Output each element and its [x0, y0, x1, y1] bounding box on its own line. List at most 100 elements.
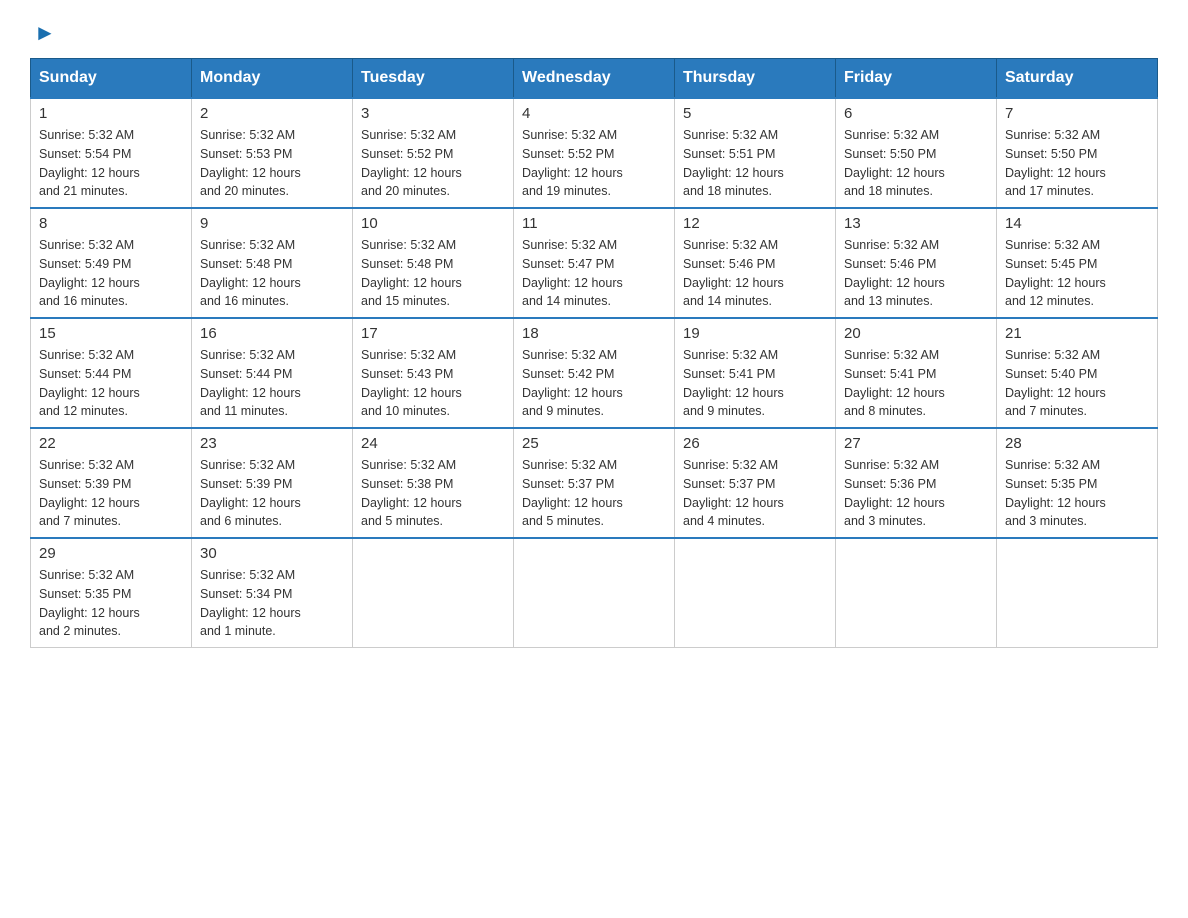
- day-number: 12: [683, 215, 827, 232]
- calendar-cell: 9 Sunrise: 5:32 AM Sunset: 5:48 PM Dayli…: [192, 208, 353, 318]
- week-row-4: 22 Sunrise: 5:32 AM Sunset: 5:39 PM Dayl…: [31, 428, 1158, 538]
- day-number: 23: [200, 435, 344, 452]
- day-info: Sunrise: 5:32 AM Sunset: 5:35 PM Dayligh…: [39, 566, 183, 641]
- calendar-cell: 21 Sunrise: 5:32 AM Sunset: 5:40 PM Dayl…: [997, 318, 1158, 428]
- day-info: Sunrise: 5:32 AM Sunset: 5:49 PM Dayligh…: [39, 236, 183, 311]
- calendar-cell: 26 Sunrise: 5:32 AM Sunset: 5:37 PM Dayl…: [675, 428, 836, 538]
- calendar-cell: 14 Sunrise: 5:32 AM Sunset: 5:45 PM Dayl…: [997, 208, 1158, 318]
- day-info: Sunrise: 5:32 AM Sunset: 5:36 PM Dayligh…: [844, 456, 988, 531]
- day-number: 8: [39, 215, 183, 232]
- day-info: Sunrise: 5:32 AM Sunset: 5:52 PM Dayligh…: [361, 126, 505, 201]
- day-number: 28: [1005, 435, 1149, 452]
- day-info: Sunrise: 5:32 AM Sunset: 5:52 PM Dayligh…: [522, 126, 666, 201]
- header-tuesday: Tuesday: [353, 59, 514, 99]
- day-info: Sunrise: 5:32 AM Sunset: 5:41 PM Dayligh…: [844, 346, 988, 421]
- week-row-2: 8 Sunrise: 5:32 AM Sunset: 5:49 PM Dayli…: [31, 208, 1158, 318]
- calendar-cell: 23 Sunrise: 5:32 AM Sunset: 5:39 PM Dayl…: [192, 428, 353, 538]
- day-number: 13: [844, 215, 988, 232]
- day-number: 22: [39, 435, 183, 452]
- day-info: Sunrise: 5:32 AM Sunset: 5:34 PM Dayligh…: [200, 566, 344, 641]
- day-number: 3: [361, 105, 505, 122]
- calendar-cell: 20 Sunrise: 5:32 AM Sunset: 5:41 PM Dayl…: [836, 318, 997, 428]
- day-number: 20: [844, 325, 988, 342]
- calendar-cell: 13 Sunrise: 5:32 AM Sunset: 5:46 PM Dayl…: [836, 208, 997, 318]
- day-number: 27: [844, 435, 988, 452]
- day-number: 17: [361, 325, 505, 342]
- day-info: Sunrise: 5:32 AM Sunset: 5:54 PM Dayligh…: [39, 126, 183, 201]
- logo-blue-partial: ►: [34, 20, 56, 46]
- calendar-cell: 1 Sunrise: 5:32 AM Sunset: 5:54 PM Dayli…: [31, 98, 192, 208]
- day-number: 26: [683, 435, 827, 452]
- calendar-cell: 8 Sunrise: 5:32 AM Sunset: 5:49 PM Dayli…: [31, 208, 192, 318]
- day-info: Sunrise: 5:32 AM Sunset: 5:41 PM Dayligh…: [683, 346, 827, 421]
- header-saturday: Saturday: [997, 59, 1158, 99]
- calendar-cell: 16 Sunrise: 5:32 AM Sunset: 5:44 PM Dayl…: [192, 318, 353, 428]
- day-number: 16: [200, 325, 344, 342]
- week-row-3: 15 Sunrise: 5:32 AM Sunset: 5:44 PM Dayl…: [31, 318, 1158, 428]
- day-info: Sunrise: 5:32 AM Sunset: 5:47 PM Dayligh…: [522, 236, 666, 311]
- calendar-cell: 10 Sunrise: 5:32 AM Sunset: 5:48 PM Dayl…: [353, 208, 514, 318]
- day-number: 24: [361, 435, 505, 452]
- calendar-cell: [353, 538, 514, 648]
- calendar-cell: 7 Sunrise: 5:32 AM Sunset: 5:50 PM Dayli…: [997, 98, 1158, 208]
- calendar-cell: 11 Sunrise: 5:32 AM Sunset: 5:47 PM Dayl…: [514, 208, 675, 318]
- page-header: ►: [30, 20, 1158, 42]
- day-info: Sunrise: 5:32 AM Sunset: 5:53 PM Dayligh…: [200, 126, 344, 201]
- day-info: Sunrise: 5:32 AM Sunset: 5:39 PM Dayligh…: [200, 456, 344, 531]
- day-info: Sunrise: 5:32 AM Sunset: 5:43 PM Dayligh…: [361, 346, 505, 421]
- day-info: Sunrise: 5:32 AM Sunset: 5:42 PM Dayligh…: [522, 346, 666, 421]
- day-number: 15: [39, 325, 183, 342]
- day-info: Sunrise: 5:32 AM Sunset: 5:37 PM Dayligh…: [522, 456, 666, 531]
- header-monday: Monday: [192, 59, 353, 99]
- calendar-cell: 29 Sunrise: 5:32 AM Sunset: 5:35 PM Dayl…: [31, 538, 192, 648]
- header-friday: Friday: [836, 59, 997, 99]
- day-number: 7: [1005, 105, 1149, 122]
- day-number: 19: [683, 325, 827, 342]
- header-sunday: Sunday: [31, 59, 192, 99]
- day-info: Sunrise: 5:32 AM Sunset: 5:48 PM Dayligh…: [200, 236, 344, 311]
- day-number: 1: [39, 105, 183, 122]
- day-info: Sunrise: 5:32 AM Sunset: 5:38 PM Dayligh…: [361, 456, 505, 531]
- day-info: Sunrise: 5:32 AM Sunset: 5:48 PM Dayligh…: [361, 236, 505, 311]
- day-info: Sunrise: 5:32 AM Sunset: 5:44 PM Dayligh…: [200, 346, 344, 421]
- calendar-cell: 17 Sunrise: 5:32 AM Sunset: 5:43 PM Dayl…: [353, 318, 514, 428]
- day-number: 10: [361, 215, 505, 232]
- calendar-cell: 18 Sunrise: 5:32 AM Sunset: 5:42 PM Dayl…: [514, 318, 675, 428]
- day-info: Sunrise: 5:32 AM Sunset: 5:46 PM Dayligh…: [844, 236, 988, 311]
- calendar-cell: 15 Sunrise: 5:32 AM Sunset: 5:44 PM Dayl…: [31, 318, 192, 428]
- calendar-cell: 5 Sunrise: 5:32 AM Sunset: 5:51 PM Dayli…: [675, 98, 836, 208]
- day-number: 30: [200, 545, 344, 562]
- day-info: Sunrise: 5:32 AM Sunset: 5:35 PM Dayligh…: [1005, 456, 1149, 531]
- calendar-cell: 28 Sunrise: 5:32 AM Sunset: 5:35 PM Dayl…: [997, 428, 1158, 538]
- weekday-header-row: Sunday Monday Tuesday Wednesday Thursday…: [31, 59, 1158, 99]
- day-number: 21: [1005, 325, 1149, 342]
- day-number: 4: [522, 105, 666, 122]
- calendar-cell: 19 Sunrise: 5:32 AM Sunset: 5:41 PM Dayl…: [675, 318, 836, 428]
- week-row-5: 29 Sunrise: 5:32 AM Sunset: 5:35 PM Dayl…: [31, 538, 1158, 648]
- day-number: 25: [522, 435, 666, 452]
- calendar-cell: [997, 538, 1158, 648]
- calendar-cell: 25 Sunrise: 5:32 AM Sunset: 5:37 PM Dayl…: [514, 428, 675, 538]
- day-info: Sunrise: 5:32 AM Sunset: 5:44 PM Dayligh…: [39, 346, 183, 421]
- header-wednesday: Wednesday: [514, 59, 675, 99]
- day-info: Sunrise: 5:32 AM Sunset: 5:39 PM Dayligh…: [39, 456, 183, 531]
- calendar-cell: 4 Sunrise: 5:32 AM Sunset: 5:52 PM Dayli…: [514, 98, 675, 208]
- calendar-cell: 22 Sunrise: 5:32 AM Sunset: 5:39 PM Dayl…: [31, 428, 192, 538]
- day-info: Sunrise: 5:32 AM Sunset: 5:50 PM Dayligh…: [844, 126, 988, 201]
- day-number: 29: [39, 545, 183, 562]
- day-info: Sunrise: 5:32 AM Sunset: 5:46 PM Dayligh…: [683, 236, 827, 311]
- logo-text: ►: [30, 20, 56, 46]
- calendar-cell: 24 Sunrise: 5:32 AM Sunset: 5:38 PM Dayl…: [353, 428, 514, 538]
- calendar-table: Sunday Monday Tuesday Wednesday Thursday…: [30, 58, 1158, 648]
- day-number: 5: [683, 105, 827, 122]
- logo: ►: [30, 20, 56, 42]
- day-number: 6: [844, 105, 988, 122]
- calendar-cell: 6 Sunrise: 5:32 AM Sunset: 5:50 PM Dayli…: [836, 98, 997, 208]
- day-info: Sunrise: 5:32 AM Sunset: 5:40 PM Dayligh…: [1005, 346, 1149, 421]
- calendar-cell: [836, 538, 997, 648]
- calendar-cell: [514, 538, 675, 648]
- calendar-cell: 12 Sunrise: 5:32 AM Sunset: 5:46 PM Dayl…: [675, 208, 836, 318]
- calendar-cell: 3 Sunrise: 5:32 AM Sunset: 5:52 PM Dayli…: [353, 98, 514, 208]
- calendar-cell: 27 Sunrise: 5:32 AM Sunset: 5:36 PM Dayl…: [836, 428, 997, 538]
- calendar-cell: [675, 538, 836, 648]
